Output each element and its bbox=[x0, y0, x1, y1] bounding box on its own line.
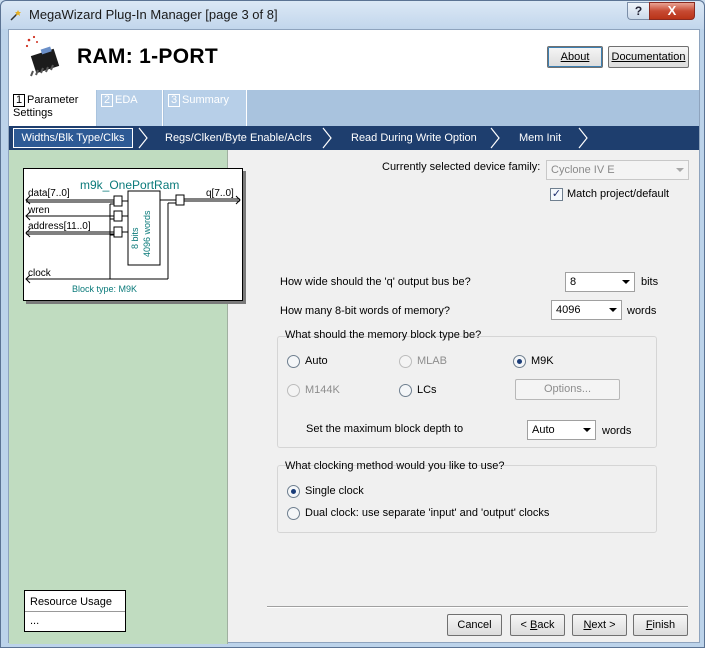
radio-auto-label: Auto bbox=[305, 355, 328, 367]
resource-divider bbox=[25, 611, 125, 612]
radio-lcs-label: LCs bbox=[417, 384, 437, 396]
back-prefix: < bbox=[520, 619, 530, 631]
match-project-checkbox[interactable]: ✓ bbox=[550, 188, 563, 201]
words-select[interactable]: 4096 bbox=[551, 300, 622, 320]
chevron-down-icon bbox=[676, 168, 684, 172]
radio-m144k-label: M144K bbox=[305, 384, 340, 396]
tab-number: 1 bbox=[13, 94, 25, 107]
chevron-right-icon bbox=[578, 127, 588, 149]
about-button[interactable]: About bbox=[547, 46, 603, 68]
tab-parameter-settings[interactable]: 1 Parameter Settings bbox=[9, 90, 96, 126]
page-title: RAM: 1-PORT bbox=[77, 45, 218, 68]
ram-symbol: m9k_OnePortRam data[7..0] wren address[1… bbox=[23, 168, 243, 301]
tab-label: EDA bbox=[115, 94, 138, 106]
radio-single-clock[interactable] bbox=[287, 485, 300, 498]
chevron-down-icon bbox=[583, 428, 591, 432]
window-title: MegaWizard Plug-In Manager [page 3 of 8] bbox=[29, 7, 278, 22]
port-address: address[11..0] bbox=[28, 221, 91, 232]
ram-chip-icon bbox=[25, 35, 60, 77]
radio-m144k[interactable] bbox=[287, 384, 300, 397]
chevron-down-icon bbox=[609, 308, 617, 312]
radio-dual-clock[interactable] bbox=[287, 507, 300, 520]
radio-mlab[interactable] bbox=[399, 355, 412, 368]
words-unit: words bbox=[627, 305, 657, 317]
wizard-header: RAM: 1-PORT About Documentation bbox=[9, 30, 699, 90]
q-width-unit: bits bbox=[641, 276, 659, 288]
radio-m9k[interactable] bbox=[513, 355, 526, 368]
subnav-read-during-write[interactable]: Read During Write Option bbox=[351, 128, 477, 148]
radio-dual-clock-label: Dual clock: use separate 'input' and 'ou… bbox=[305, 507, 550, 519]
q-width-question: How wide should the 'q' output bus be? bbox=[280, 276, 471, 288]
radio-mlab-label: MLAB bbox=[417, 355, 447, 367]
memory-words-label: 4096 words bbox=[142, 210, 152, 257]
wand-icon bbox=[10, 10, 21, 21]
resource-usage-value: ... bbox=[30, 615, 40, 627]
chevron-right-icon bbox=[490, 127, 500, 149]
device-family-label: Currently selected device family: bbox=[382, 161, 541, 173]
port-q: q[7..0] bbox=[206, 188, 234, 199]
clocking-group bbox=[277, 465, 657, 533]
resource-usage-box: Resource Usage ... bbox=[24, 590, 126, 632]
radio-lcs[interactable] bbox=[399, 384, 412, 397]
port-wren: wren bbox=[28, 205, 50, 216]
q-width-value: 8 bbox=[570, 276, 577, 288]
block-depth-label: Set the maximum block depth to bbox=[306, 423, 464, 435]
tab-number: 3 bbox=[168, 94, 180, 107]
next-label: ext > bbox=[591, 619, 616, 631]
back-button[interactable]: < Back bbox=[510, 614, 565, 636]
sub-navigation: Widths/Blk Type/Clks Regs/Clken/Byte Ena… bbox=[9, 126, 699, 150]
wizard-client-area: RAM: 1-PORT About Documentation 1 Paramet… bbox=[8, 29, 700, 644]
port-data: data[7..0] bbox=[28, 188, 70, 199]
port-clock: clock bbox=[28, 268, 51, 279]
chevron-right-icon bbox=[138, 127, 148, 149]
block-depth-unit: words bbox=[602, 425, 632, 437]
tab-label: Summary bbox=[182, 94, 230, 106]
options-button[interactable]: Options... bbox=[515, 379, 620, 400]
documentation-button[interactable]: Documentation bbox=[608, 46, 689, 68]
symbol-panel: m9k_OnePortRam data[7..0] wren address[1… bbox=[9, 150, 243, 644]
title-bar[interactable]: MegaWizard Plug-In Manager [page 3 of 8]… bbox=[1, 1, 704, 29]
tab-number: 2 bbox=[101, 94, 113, 107]
match-project-label: Match project/default bbox=[567, 188, 670, 200]
tab-eda[interactable]: 2 EDA bbox=[97, 90, 163, 126]
tab-summary[interactable]: 3 Summary bbox=[164, 90, 247, 126]
wizard-window: MegaWizard Plug-In Manager [page 3 of 8]… bbox=[0, 0, 705, 648]
block-type-label: Block type: M9K bbox=[72, 284, 138, 294]
subnav-regs[interactable]: Regs/Clken/Byte Enable/Aclrs bbox=[165, 128, 312, 148]
page-tabs: 1 Parameter Settings 2 EDA 3 Summary bbox=[9, 90, 699, 126]
radio-auto[interactable] bbox=[287, 355, 300, 368]
device-family-select[interactable]: Cyclone IV E bbox=[546, 160, 689, 180]
chevron-down-icon bbox=[622, 280, 630, 284]
about-label: About bbox=[560, 51, 590, 63]
help-button[interactable]: ? bbox=[627, 2, 649, 20]
words-question: How many 8-bit words of memory? bbox=[280, 305, 450, 317]
block-depth-select[interactable]: Auto bbox=[527, 420, 596, 440]
footer-separator bbox=[267, 606, 688, 608]
subnav-mem-init[interactable]: Mem Init bbox=[519, 128, 561, 148]
block-type-title: What should the memory block type be? bbox=[285, 329, 482, 341]
chevron-right-icon bbox=[322, 127, 332, 149]
next-button[interactable]: Next > bbox=[572, 614, 627, 636]
resource-usage-title: Resource Usage bbox=[30, 596, 112, 608]
close-button[interactable]: X bbox=[649, 2, 695, 20]
words-value: 4096 bbox=[556, 304, 581, 316]
block-depth-value: Auto bbox=[532, 424, 555, 436]
memory-bits-label: 8 bits bbox=[130, 227, 140, 249]
finish-button[interactable]: Finish bbox=[633, 614, 688, 636]
radio-single-clock-label: Single clock bbox=[305, 485, 364, 497]
finish-label: inish bbox=[652, 619, 676, 631]
clocking-title: What clocking method would you like to u… bbox=[285, 460, 505, 472]
finish-mnemonic: F bbox=[645, 619, 653, 631]
cancel-button[interactable]: Cancel bbox=[447, 614, 502, 636]
back-label: ack bbox=[537, 619, 555, 631]
device-family-value: Cyclone IV E bbox=[551, 164, 615, 176]
subnav-widths[interactable]: Widths/Blk Type/Clks bbox=[13, 128, 133, 148]
radio-m9k-label: M9K bbox=[531, 355, 554, 367]
documentation-label: Documentation bbox=[611, 51, 686, 63]
q-width-select[interactable]: 8 bbox=[565, 272, 635, 292]
